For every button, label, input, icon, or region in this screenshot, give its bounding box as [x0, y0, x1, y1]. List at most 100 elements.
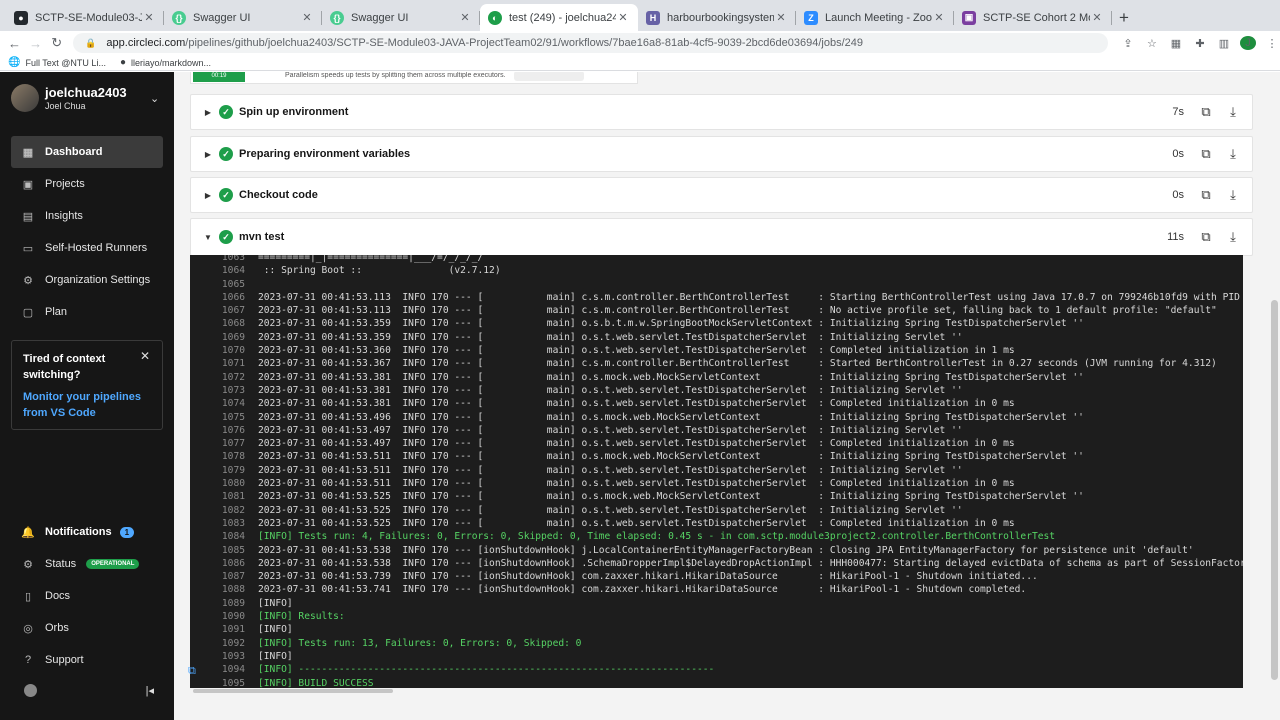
share-icon[interactable]: ⇪ [1120, 37, 1136, 50]
github-icon: ● [119, 57, 126, 68]
download-icon[interactable]: ⤓ [1225, 187, 1241, 203]
step-row-checkout[interactable]: ▶ ✓ Checkout code 0s ⧉ ⤓ [190, 177, 1253, 213]
log-line-text: 2023-07-31 00:41:53.359 INFO 170 --- [ m… [258, 318, 1084, 330]
new-tab-button[interactable]: + [1112, 4, 1136, 31]
log-line-number: 1079 [221, 464, 245, 476]
browser-tab-active[interactable]: ◐ test (249) - joelchua2403/SCT✕ [480, 4, 638, 31]
caret-right-icon[interactable]: ▶ [201, 191, 215, 200]
open-external-icon[interactable]: ⧉ [1198, 146, 1214, 162]
puzzle-icon[interactable]: ✚ [1192, 37, 1208, 50]
browser-tab[interactable]: Hharbourbookingsystem | Herok✕ [638, 4, 796, 31]
log-line: 1072 2023-07-31 00:41:53.381 INFO 170 ---… [190, 371, 1243, 384]
download-icon[interactable]: ⤓ [1225, 146, 1241, 162]
close-icon[interactable]: ✕ [1090, 11, 1104, 24]
star-icon[interactable]: ☆ [1144, 37, 1160, 50]
sidebar-item-orbs[interactable]: ◎ Orbs [11, 612, 163, 644]
log-line-number: 1063 [221, 255, 245, 263]
browser-tab-strip: ●SCTP-SE-Module03-JAVA-Proj✕ {}Swagger U… [0, 0, 1280, 31]
sidebar-item-label: Projects [45, 178, 85, 190]
browser-tab[interactable]: {} Swagger UI ✕ [164, 4, 322, 31]
open-external-icon[interactable]: ⧉ [1198, 229, 1214, 245]
sidepanel-icon[interactable]: ▥ [1216, 37, 1232, 50]
back-icon[interactable]: ← [4, 36, 25, 51]
log-line-number: 1069 [221, 331, 245, 343]
log-output-console[interactable]: 1063 =========|_|==============|___/=/_/_… [190, 255, 1243, 688]
log-line-number: 1075 [221, 411, 245, 423]
sidebar-item-insights[interactable]: ▤ Insights [11, 200, 163, 232]
step-duration: 7s [1172, 106, 1184, 118]
log-line: 1064 :: Spring Boot :: (v2.7.12) [190, 264, 1243, 277]
download-icon[interactable]: ⤓ [1225, 229, 1241, 245]
log-line-text: 2023-07-31 00:41:53.496 INFO 170 --- [ m… [258, 411, 1084, 423]
browser-tab[interactable]: ▣ SCTP-SE Cohort 2 Module 4 S✕ [954, 4, 1112, 31]
open-external-icon[interactable]: ⧉ [1198, 104, 1214, 120]
close-icon[interactable]: ✕ [140, 349, 150, 363]
browser-tab[interactable]: {} Swagger UI ✕ [322, 4, 480, 31]
check-icon: ✓ [219, 230, 233, 244]
extension-icon[interactable]: ▦ [1168, 37, 1184, 50]
close-icon[interactable]: ✕ [774, 11, 788, 24]
sidebar-item-org-settings[interactable]: ⚙ Organization Settings [11, 264, 163, 296]
log-line-text: 2023-07-31 00:41:53.511 INFO 170 --- [ m… [258, 464, 963, 476]
close-icon[interactable]: ✕ [616, 11, 630, 24]
collapse-sidebar-icon[interactable]: |◂ [146, 684, 154, 697]
copy-icon[interactable]: ⧉ [188, 665, 196, 678]
close-icon[interactable]: ✕ [300, 11, 314, 24]
download-icon[interactable]: ⤓ [1225, 104, 1241, 120]
sidebar-item-runners[interactable]: ▭ Self-Hosted Runners [11, 232, 163, 264]
log-line-number: 1065 [221, 278, 245, 290]
sidebar-item-status[interactable]: ⚙ Status OPERATIONAL [11, 548, 163, 580]
reload-icon[interactable]: ↻ [46, 35, 67, 51]
sidebar-item-plan[interactable]: ▢ Plan [11, 296, 163, 328]
open-external-icon[interactable]: ⧉ [1198, 187, 1214, 203]
close-icon[interactable]: ✕ [932, 11, 946, 24]
sidebar-item-notifications[interactable]: 🔔 Notifications 1 [11, 516, 163, 548]
step-row-spin-up[interactable]: ▶ ✓ Spin up environment 7s ⧉ ⤓ [190, 94, 1253, 130]
sidebar-item-projects[interactable]: ▣ Projects [11, 168, 163, 200]
sidebar: joelchua2403 Joel Chua ⌄ ▦ Dashboard ▣ Pro… [0, 72, 174, 720]
bookmark-item[interactable]: 🌐 Full Text @NTU Li... [8, 57, 106, 68]
caret-right-icon[interactable]: ▶ [201, 108, 215, 117]
sidebar-item-support[interactable]: ? Support [11, 644, 163, 676]
close-icon[interactable]: ✕ [458, 11, 472, 24]
bookmark-item[interactable]: ● lleriayo/markdown... [120, 57, 211, 68]
close-icon[interactable]: ✕ [142, 11, 156, 24]
log-line-text: =========|_|==============|___/=/_/_/_/ [258, 255, 484, 263]
bell-icon: 🔔 [21, 526, 35, 539]
user-avatar-small[interactable] [24, 684, 37, 697]
user-fullname: Joel Chua [45, 101, 86, 111]
caret-right-icon[interactable]: ▶ [201, 150, 215, 159]
sidebar-item-docs[interactable]: ▯ Docs [11, 580, 163, 612]
step-row-mvn-test[interactable]: ▼ ✓ mvn test 11s ⧉ ⤓ [190, 218, 1253, 256]
scrollbar-thumb[interactable] [193, 689, 393, 693]
profile-avatar[interactable]: J [1239, 36, 1256, 50]
step-row-env-vars[interactable]: ▶ ✓ Preparing environment variables 0s ⧉… [190, 136, 1253, 172]
scrollbar-thumb[interactable] [1271, 300, 1278, 680]
log-line-number: 1093 [221, 650, 245, 662]
url-field[interactable]: 🔒 app.circleci.com/pipelines/github/joel… [73, 33, 1108, 53]
chevron-down-icon[interactable]: ⌄ [150, 92, 159, 105]
log-line-number: 1067 [221, 305, 245, 317]
org-switcher[interactable]: joelchua2403 Joel Chua [11, 84, 127, 112]
log-line-number: 1070 [221, 345, 245, 357]
address-bar-row: ← → ↻ 🔒 app.circleci.com/pipelines/githu… [0, 31, 1280, 55]
browser-tab[interactable]: ● SCTP-SE-Module03-JAVA-Proj✕ [6, 4, 164, 31]
tab-title: Swagger UI [193, 11, 251, 24]
step-duration: 11s [1167, 231, 1184, 243]
globe-icon: 🌐 [8, 57, 21, 68]
horizontal-scrollbar[interactable] [190, 688, 1243, 694]
menu-icon[interactable]: ⋮ [1264, 37, 1280, 50]
log-line-text: [INFO] [258, 650, 293, 662]
forward-icon[interactable]: → [25, 36, 46, 51]
sidebar-item-dashboard[interactable]: ▦ Dashboard [11, 136, 163, 168]
log-line-number: 1090 [221, 611, 245, 623]
browser-tab[interactable]: Z Launch Meeting - Zoom ✕ [796, 4, 954, 31]
log-line-number: 1077 [221, 438, 245, 450]
orbs-icon: ◎ [23, 622, 33, 635]
vertical-scrollbar[interactable] [1269, 72, 1280, 720]
promo-link[interactable]: Monitor your pipelines from VS Code [23, 389, 151, 421]
caret-down-icon[interactable]: ▼ [201, 233, 215, 242]
log-line-text: 2023-07-31 00:41:53.511 INFO 170 --- [ m… [258, 451, 1084, 463]
log-line: 1086 2023-07-31 00:41:53.538 INFO 170 ---… [190, 557, 1243, 570]
bookmarks-bar: 🌐 Full Text @NTU Li... ● lleriayo/markdown… [0, 55, 1280, 71]
